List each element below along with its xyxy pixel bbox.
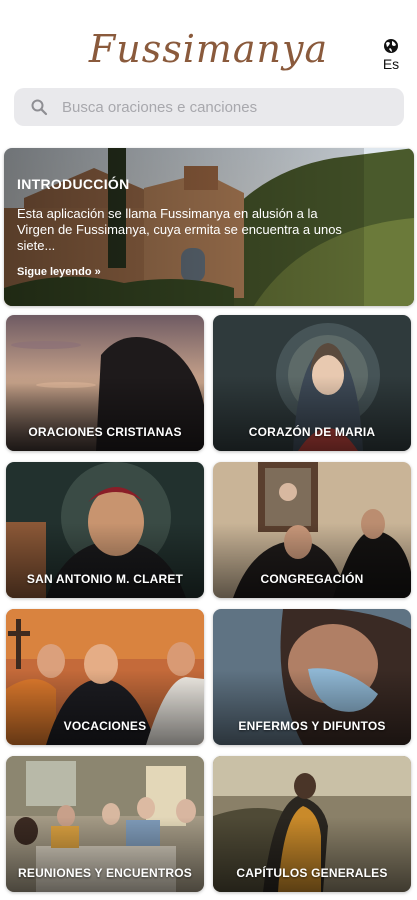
card-overlay — [213, 670, 411, 745]
category-label: ENFERMOS Y DIFUNTOS — [238, 719, 386, 733]
search-input[interactable] — [62, 98, 372, 116]
category-card-congregacion[interactable]: CONGREGACIÓN — [213, 462, 411, 598]
app-header: Fussimanya Es — [0, 0, 417, 84]
card-overlay — [213, 523, 411, 598]
language-selector[interactable]: Es — [379, 38, 403, 72]
category-card-reuniones[interactable]: REUNIONES Y ENCUENTROS — [6, 756, 204, 892]
category-label: SAN ANTONIO M. CLARET — [26, 572, 184, 586]
card-overlay — [213, 376, 411, 451]
intro-text: Esta aplicación se llama Fussimanya en a… — [17, 206, 342, 253]
card-overlay — [213, 817, 411, 892]
category-card-capitulos[interactable]: CAPÍTULOS GENERALES — [213, 756, 411, 892]
category-card-corazon[interactable]: CORAZÓN DE MARIA — [213, 315, 411, 451]
globe-icon — [384, 39, 398, 53]
category-card-oraciones[interactable]: ORACIONES CRISTIANAS — [6, 315, 204, 451]
card-overlay — [6, 670, 204, 745]
intro-card[interactable]: INTRODUCCIÓN Esta aplicación se llama Fu… — [4, 148, 414, 306]
card-overlay — [6, 817, 204, 892]
category-card-vocaciones[interactable]: VOCACIONES — [6, 609, 204, 745]
read-more-link[interactable]: Sigue leyendo » — [17, 266, 101, 278]
card-overlay — [6, 376, 204, 451]
category-card-claret[interactable]: SAN ANTONIO M. CLARET — [6, 462, 204, 598]
search-bar[interactable] — [14, 88, 404, 126]
search-icon — [31, 99, 48, 116]
intro-title: INTRODUCCIÓN — [17, 176, 130, 192]
category-label: CORAZÓN DE MARIA — [248, 425, 376, 439]
category-label: ORACIONES CRISTIANAS — [28, 425, 182, 439]
language-code: Es — [382, 56, 400, 72]
category-label: CONGREGACIÓN — [260, 572, 364, 586]
category-label: VOCACIONES — [63, 719, 147, 733]
category-label: CAPÍTULOS GENERALES — [236, 866, 388, 880]
category-card-enfermos[interactable]: ENFERMOS Y DIFUNTOS — [213, 609, 411, 745]
app-logo: Fussimanya — [88, 27, 329, 71]
card-overlay — [6, 523, 204, 598]
category-label: REUNIONES Y ENCUENTROS — [18, 866, 192, 880]
